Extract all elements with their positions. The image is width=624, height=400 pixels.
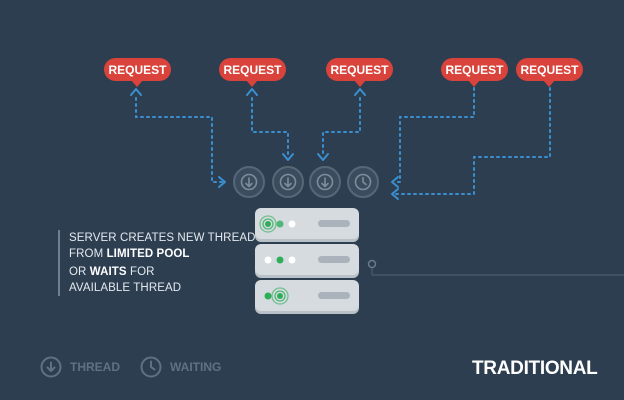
request-bubble-2: REQUEST	[219, 58, 286, 87]
architecture-diagram: REQUEST REQUEST REQUEST REQUEST REQUEST	[104, 58, 624, 314]
thread-slot-1	[233, 166, 265, 198]
legend-waiting-label: WAITING	[170, 360, 222, 374]
request-label: REQUEST	[330, 63, 389, 77]
limited-pool-emphasis: LIMITED POOL	[106, 248, 190, 260]
caption-line-1: SERVER CREATES NEW THREAD	[69, 232, 256, 244]
arrow-up-3	[354, 88, 366, 96]
request-label: REQUEST	[445, 63, 504, 77]
request-bubble-5: REQUEST	[516, 58, 583, 87]
server-unit-1	[255, 208, 359, 242]
legend: THREAD WAITING	[40, 356, 241, 378]
status-led	[264, 256, 272, 264]
connector-lines	[135, 87, 551, 195]
request-bubble-4: REQUEST	[441, 58, 508, 87]
status-led	[288, 220, 296, 228]
waits-emphasis: WAITS	[89, 266, 127, 278]
thread-slot-2	[272, 166, 304, 198]
status-led	[288, 256, 296, 264]
waiting-slot	[347, 166, 379, 198]
request-bubble-1: REQUEST	[104, 58, 171, 87]
status-led	[277, 293, 283, 299]
status-led	[265, 221, 271, 227]
legend-waiting-clock-icon	[140, 356, 162, 378]
server-side-connector	[367, 259, 624, 276]
request-label: REQUEST	[223, 63, 282, 77]
connector-request-5	[393, 87, 551, 195]
request-bubble-3: REQUEST	[326, 58, 393, 87]
arrow-up-1	[130, 88, 142, 96]
connector-request-3	[322, 97, 361, 157]
connector-request-1	[135, 97, 225, 183]
arrow-down-3	[317, 153, 329, 161]
server-caption: SERVER CREATES NEW THREAD FROM LIMITED P…	[58, 230, 256, 296]
legend-thread-label: THREAD	[70, 360, 120, 374]
status-led	[276, 220, 284, 228]
request-label: REQUEST	[108, 63, 167, 77]
legend-thread-icon	[40, 356, 62, 378]
request-label: REQUEST	[520, 63, 579, 77]
diagram-label: TRADITIONAL	[472, 358, 598, 379]
server-unit-2	[255, 244, 359, 278]
server-unit-3	[255, 280, 359, 314]
caption-line-3: OR WAITS FOR	[69, 266, 155, 278]
arrow-up-2	[246, 88, 258, 96]
connector-request-2	[251, 97, 289, 157]
server-stack	[255, 208, 359, 314]
caption-line-2: FROM LIMITED POOL	[69, 248, 190, 260]
thread-slot-3	[309, 166, 341, 198]
status-led	[276, 256, 284, 264]
caption-line-4: AVAILABLE THREAD	[69, 282, 182, 294]
connector-request-4	[393, 87, 475, 183]
status-led	[264, 292, 272, 300]
